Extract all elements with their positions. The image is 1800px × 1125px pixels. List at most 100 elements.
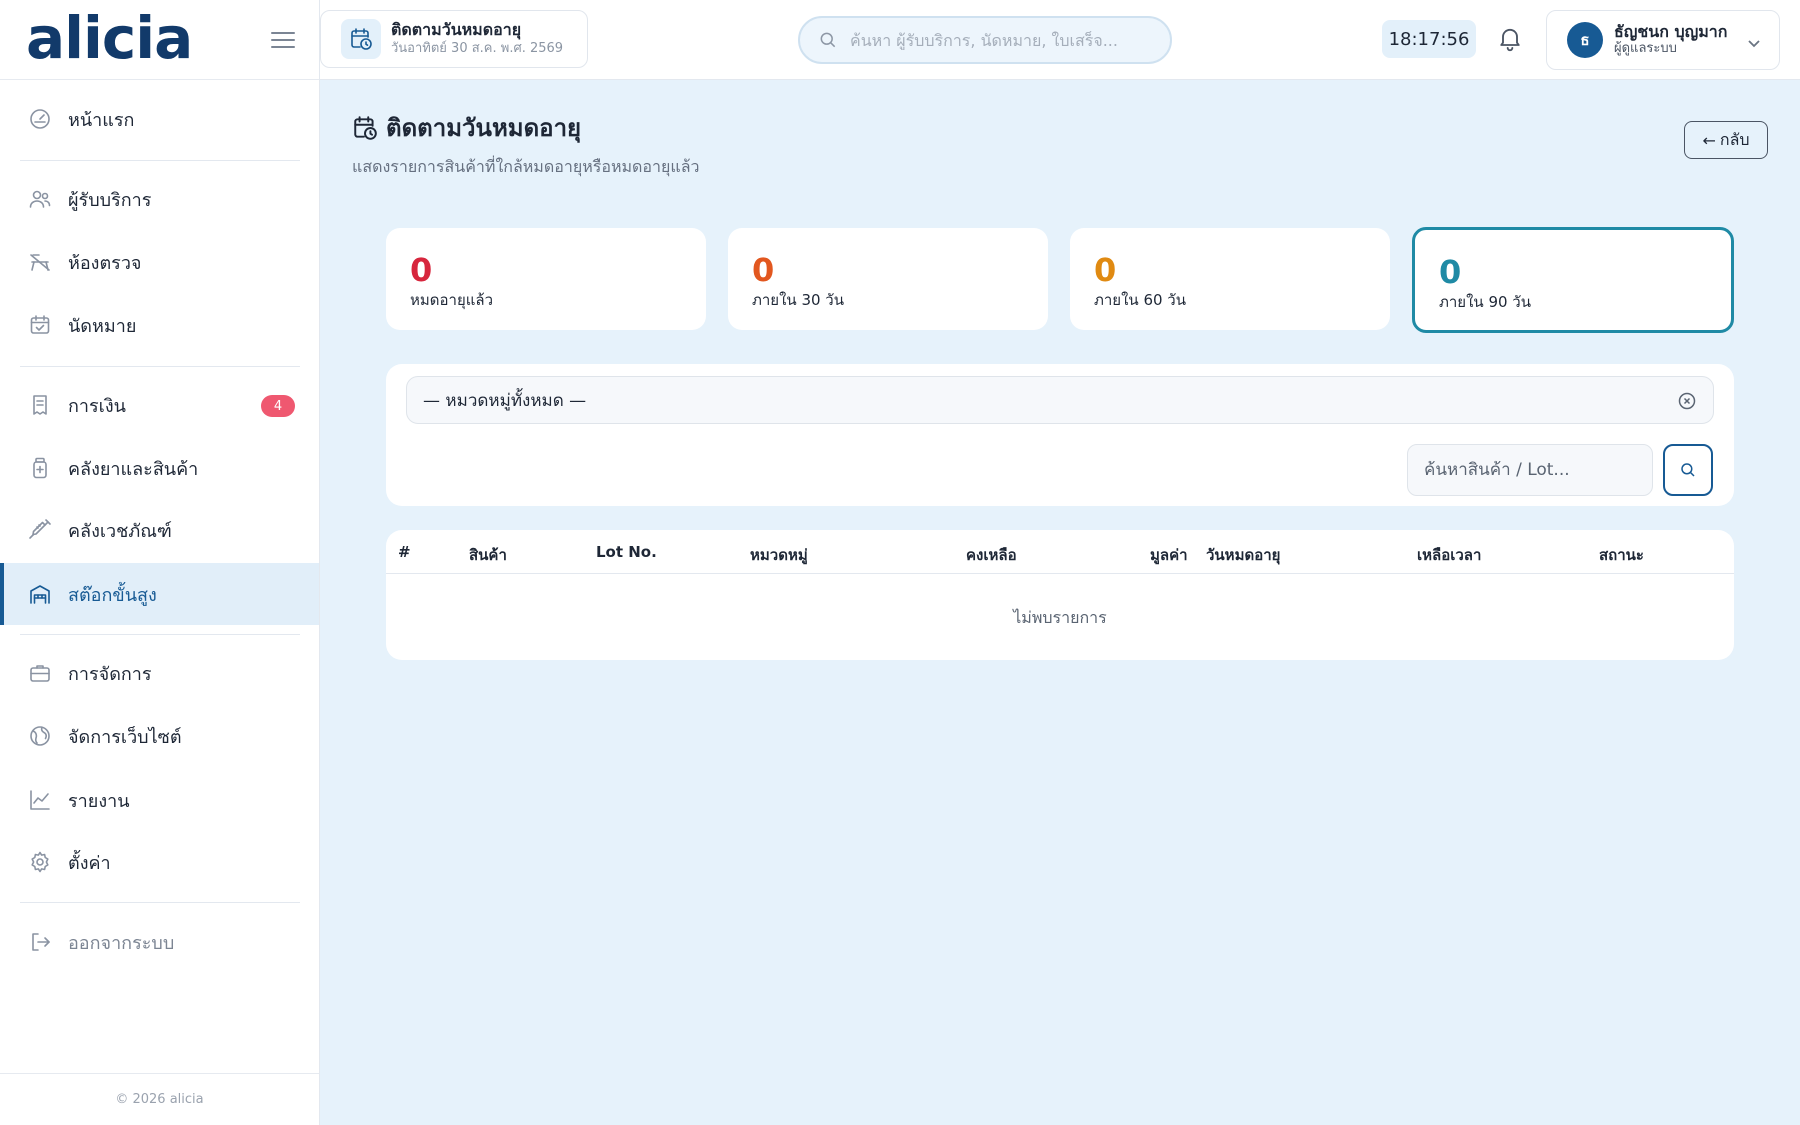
calendar-clock-icon bbox=[341, 19, 381, 59]
globe-icon bbox=[27, 723, 53, 749]
sidebar-item-label: คลังยาและสินค้า bbox=[68, 458, 199, 480]
user-name: ธัญชนก บุญมาก bbox=[1614, 22, 1728, 41]
empty-state-text: ไม่พบรายการ bbox=[1013, 608, 1107, 627]
back-button[interactable]: ← กลับ bbox=[1684, 121, 1768, 159]
user-role: ผู้ดูแลระบบ bbox=[1614, 41, 1677, 56]
brand-logo[interactable]: alicia bbox=[26, 9, 193, 67]
sidebar-item-label: นัดหมาย bbox=[68, 315, 137, 337]
users-icon bbox=[27, 186, 53, 212]
logout-icon bbox=[27, 929, 53, 955]
stat-card-expired[interactable]: 0 หมดอายุแล้ว bbox=[386, 228, 706, 330]
column-header-time-left: เหลือเวลา bbox=[1417, 546, 1482, 564]
page-title: ติดตามวันหมดอายุ bbox=[386, 114, 582, 142]
chart-line-icon bbox=[27, 787, 53, 813]
filter-card: — หมวดหมู่ทั้งหมด — bbox=[386, 364, 1734, 506]
sidebar-item-logout[interactable]: ออกจากระบบ bbox=[0, 911, 319, 973]
global-search-input[interactable] bbox=[850, 30, 1150, 50]
table-header: # สินค้า Lot No. หมวดหมู่ คงเหลือ มูลค่า… bbox=[386, 530, 1734, 574]
column-header-index: # bbox=[398, 543, 411, 561]
notification-bell-icon[interactable] bbox=[1496, 24, 1526, 54]
stat-value: 0 bbox=[752, 251, 775, 289]
user-menu[interactable]: ธ ธัญชนก บุญมาก ผู้ดูแลระบบ bbox=[1546, 10, 1780, 70]
topbar: ติดตามวันหมดอายุ วันอาทิตย์ 30 ส.ค. พ.ศ.… bbox=[320, 0, 1800, 80]
chevron-down-icon bbox=[1747, 35, 1761, 49]
stat-card-90-days[interactable]: 0 ภายใน 90 วัน bbox=[1412, 227, 1734, 333]
sidebar-item-label: ผู้รับบริการ bbox=[68, 189, 152, 211]
medicine-bottle-icon bbox=[27, 455, 53, 481]
sidebar-item-label: สต๊อกขั้นสูง bbox=[68, 584, 157, 606]
stat-value: 0 bbox=[1439, 253, 1462, 291]
sidebar-item-home[interactable]: หน้าแรก bbox=[0, 88, 319, 150]
current-date: วันอาทิตย์ 30 ส.ค. พ.ศ. 2569 bbox=[391, 41, 564, 56]
exam-room-icon bbox=[27, 249, 53, 275]
avatar: ธ bbox=[1567, 22, 1603, 58]
warehouse-icon bbox=[27, 581, 53, 607]
stat-card-30-days[interactable]: 0 ภายใน 30 วัน bbox=[728, 228, 1048, 330]
sidebar-item-label: ห้องตรวจ bbox=[68, 252, 142, 274]
calendar-check-icon bbox=[27, 312, 53, 338]
sidebar-item-management[interactable]: การจัดการ bbox=[0, 642, 319, 704]
column-header-value: มูลค่า bbox=[1150, 546, 1188, 564]
finance-count-badge: 4 bbox=[261, 395, 295, 417]
current-page-title: ติดตามวันหมดอายุ bbox=[391, 20, 522, 39]
menu-toggle-icon[interactable] bbox=[271, 31, 295, 49]
sidebar-item-label: จัดการเว็บไซต์ bbox=[68, 726, 182, 748]
sidebar-item-clients[interactable]: ผู้รับบริการ bbox=[0, 168, 319, 230]
nav-divider bbox=[20, 160, 300, 161]
stat-value: 0 bbox=[410, 251, 433, 289]
dashboard-gauge-icon bbox=[27, 106, 53, 132]
column-header-category: หมวดหมู่ bbox=[750, 546, 808, 564]
sidebar-item-settings[interactable]: ตั้งค่า bbox=[0, 831, 319, 893]
sidebar-item-label: รายงาน bbox=[68, 790, 130, 812]
sidebar-item-advanced-stock[interactable]: สต๊อกขั้นสูง bbox=[0, 563, 319, 625]
column-header-expiry-date: วันหมดอายุ bbox=[1206, 546, 1281, 564]
clock: 18:17:56 bbox=[1382, 20, 1476, 58]
back-button-label: กลับ bbox=[1719, 129, 1750, 149]
column-header-product: สินค้า bbox=[469, 546, 507, 564]
gear-icon bbox=[27, 849, 53, 875]
search-icon bbox=[1681, 463, 1695, 477]
stat-label: ภายใน 30 วัน bbox=[752, 291, 844, 309]
page-header: ติดตามวันหมดอายุ แสดงรายการสินค้าที่ใกล้… bbox=[352, 108, 700, 180]
arrow-left-icon: ← bbox=[1702, 130, 1716, 150]
stat-value: 0 bbox=[1094, 251, 1117, 289]
sidebar-item-finance[interactable]: การเงิน 4 bbox=[0, 374, 319, 436]
clear-circle-icon[interactable] bbox=[1677, 391, 1697, 411]
syringe-icon bbox=[27, 517, 53, 543]
briefcase-icon bbox=[27, 660, 53, 686]
nav-divider bbox=[20, 902, 300, 903]
calendar-clock-icon bbox=[354, 115, 377, 140]
stat-label: ภายใน 90 วัน bbox=[1439, 293, 1531, 311]
product-lot-search-input[interactable] bbox=[1407, 444, 1653, 496]
sidebar-item-label: ออกจากระบบ bbox=[68, 932, 175, 954]
column-header-lot: Lot No. bbox=[596, 543, 657, 561]
page-subtitle: แสดงรายการสินค้าที่ใกล้หมดอายุหรือหมดอาย… bbox=[352, 157, 700, 176]
current-page-chip: ติดตามวันหมดอายุ วันอาทิตย์ 30 ส.ค. พ.ศ.… bbox=[320, 10, 588, 68]
sidebar-item-reports[interactable]: รายงาน bbox=[0, 769, 319, 831]
copyright-text: © 2026 alicia bbox=[0, 1073, 319, 1125]
stat-label: ภายใน 60 วัน bbox=[1094, 291, 1186, 309]
global-search[interactable] bbox=[798, 16, 1172, 64]
sidebar-item-medical-supplies[interactable]: คลังเวชภัณฑ์ bbox=[0, 499, 319, 561]
sidebar-item-label: คลังเวชภัณฑ์ bbox=[68, 520, 172, 542]
column-header-remaining: คงเหลือ bbox=[966, 546, 1017, 564]
receipt-icon bbox=[27, 392, 53, 418]
sidebar: alicia หน้าแรก ผู้รับบริการ ห้องตรวจ นัด… bbox=[0, 0, 320, 1125]
search-icon bbox=[820, 32, 836, 48]
sidebar-item-website[interactable]: จัดการเว็บไซต์ bbox=[0, 705, 319, 767]
sidebar-item-appointments[interactable]: นัดหมาย bbox=[0, 294, 319, 356]
category-select[interactable]: — หมวดหมู่ทั้งหมด — bbox=[406, 376, 1714, 424]
stat-label: หมดอายุแล้ว bbox=[410, 291, 494, 309]
expiry-table: # สินค้า Lot No. หมวดหมู่ คงเหลือ มูลค่า… bbox=[386, 530, 1734, 660]
sidebar-item-exam-room[interactable]: ห้องตรวจ bbox=[0, 231, 319, 293]
category-select-value: — หมวดหมู่ทั้งหมด — bbox=[423, 390, 587, 411]
brand-header: alicia bbox=[0, 0, 319, 80]
sidebar-item-label: หน้าแรก bbox=[68, 109, 135, 131]
nav-divider bbox=[20, 634, 300, 635]
stat-card-60-days[interactable]: 0 ภายใน 60 วัน bbox=[1070, 228, 1390, 330]
sidebar-item-label: การจัดการ bbox=[68, 663, 152, 685]
sidebar-item-label: ตั้งค่า bbox=[68, 852, 111, 874]
search-button[interactable] bbox=[1663, 444, 1713, 496]
column-header-status: สถานะ bbox=[1599, 546, 1644, 564]
sidebar-item-medicine-stock[interactable]: คลังยาและสินค้า bbox=[0, 437, 319, 499]
